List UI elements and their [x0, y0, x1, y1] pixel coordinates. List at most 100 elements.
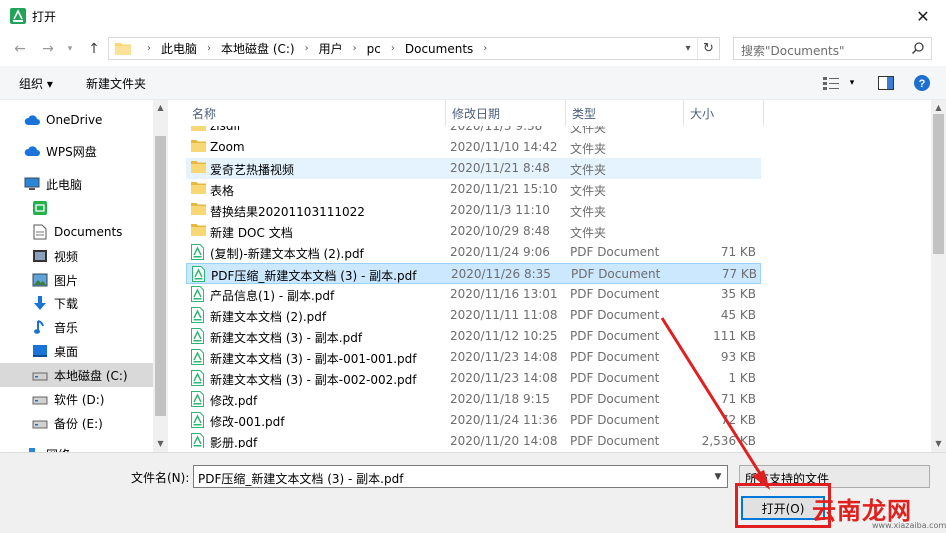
- up-button[interactable]: ↑: [84, 40, 104, 58]
- file-date: 2020/11/3 11:10: [450, 203, 550, 217]
- file-row[interactable]: (复制)-新建文本文档 (2).pdf 2020/11/24 9:06 PDF Do…: [186, 242, 761, 263]
- nav-item[interactable]: 桌面: [0, 339, 153, 363]
- nav-item[interactable]: Documents: [0, 220, 153, 244]
- preview-pane-button[interactable]: [876, 72, 896, 94]
- back-button[interactable]: ←: [10, 40, 30, 58]
- column-type[interactable]: 类型: [566, 100, 684, 126]
- view-dropdown-button[interactable]: ▾: [845, 72, 859, 94]
- address-bar[interactable]: › 此电脑 › 本地磁盘 (C:) › 用户 › pc › Documents › ▾ ↻: [108, 37, 720, 60]
- file-type: 文件夹: [570, 142, 607, 156]
- file-row[interactable]: zisdir 2020/11/3 9:38 文件夹: [186, 126, 761, 137]
- file-type: PDF Document: [570, 350, 660, 364]
- file-type: 文件夹: [570, 184, 607, 198]
- file-scroll-thumb[interactable]: [933, 114, 944, 254]
- file-row[interactable]: 修改.pdf 2020/11/18 9:15 PDF Document 71 KB: [186, 389, 761, 410]
- nav-item[interactable]: 软件 (D:): [0, 387, 153, 411]
- pdf-file-icon: [191, 244, 206, 260]
- chevron-right-icon[interactable]: ›: [391, 43, 395, 54]
- chevron-right-icon[interactable]: ›: [147, 43, 151, 54]
- file-row[interactable]: 表格 2020/11/21 15:10 文件夹: [186, 179, 761, 200]
- search-placeholder: 搜索"Documents": [741, 44, 845, 58]
- file-date: 2020/11/10 14:42: [450, 140, 558, 154]
- chevron-down-icon: ▾: [67, 44, 73, 54]
- file-row[interactable]: Zoom 2020/11/10 14:42 文件夹: [186, 137, 761, 158]
- file-row[interactable]: 替换结果20201103111022 2020/11/3 11:10 文件夹: [186, 200, 761, 221]
- nav-item[interactable]: WPS网盘: [0, 139, 153, 163]
- file-date: 2020/11/16 13:01: [450, 287, 558, 301]
- refresh-button[interactable]: ↻: [697, 38, 719, 59]
- column-size[interactable]: 大小: [684, 100, 764, 126]
- chevron-right-icon[interactable]: ›: [305, 43, 309, 54]
- nav-item[interactable]: [0, 196, 153, 220]
- file-row[interactable]: 新建 DOC 文档 2020/10/29 8:48 文件夹: [186, 221, 761, 242]
- file-name: 新建文本文档 (3) - 副本.pdf: [210, 331, 363, 345]
- chevron-down-icon: ▾: [685, 43, 691, 54]
- nav-item[interactable]: 视频: [0, 244, 153, 268]
- file-size: 45 KB: [720, 308, 756, 322]
- new-folder-button[interactable]: 新建文件夹: [86, 75, 146, 92]
- nav-item[interactable]: 下载: [0, 291, 153, 315]
- file-type: 文件夹: [570, 163, 607, 177]
- nav-item[interactable]: OneDrive: [0, 108, 153, 132]
- help-button[interactable]: ?: [912, 72, 932, 94]
- column-name[interactable]: 名称: [186, 100, 446, 126]
- navigation-pane: OneDrive WPS网盘此电脑 Documents 视频图片下载 音乐 桌面 本地磁盘 …: [0, 100, 168, 452]
- file-type: 文件夹: [570, 226, 607, 240]
- file-scrollbar[interactable]: ▲ ▼: [931, 100, 946, 452]
- close-button[interactable]: ✕: [900, 0, 946, 32]
- nav-scrollbar[interactable]: ▲ ▼: [153, 100, 168, 452]
- file-name: zisdir: [210, 126, 242, 133]
- forward-button[interactable]: →: [38, 40, 58, 58]
- breadcrumb-item[interactable]: 此电脑: [161, 40, 197, 57]
- file-row[interactable]: 爱奇艺热播视频 2020/11/21 8:48 文件夹: [186, 158, 761, 179]
- file-name: 替换结果20201103111022: [210, 205, 365, 219]
- file-row[interactable]: 新建文本文档 (2).pdf 2020/11/11 11:08 PDF Docume…: [186, 305, 761, 326]
- search-icon: [911, 42, 924, 55]
- file-name: 修改.pdf: [210, 394, 258, 408]
- view-list-icon: [823, 77, 839, 90]
- nav-item[interactable]: 图片: [0, 268, 153, 292]
- nav-item[interactable]: 音乐: [0, 315, 153, 339]
- scroll-down-arrow[interactable]: ▼: [153, 436, 168, 450]
- breadcrumb-item[interactable]: pc: [367, 42, 381, 56]
- chevron-right-icon[interactable]: ›: [483, 43, 487, 54]
- window-title: 打开: [32, 10, 57, 24]
- nav-item[interactable]: 网络: [0, 442, 153, 452]
- nav-item-label: Documents: [54, 225, 123, 239]
- nav-item[interactable]: 本地磁盘 (C:): [0, 363, 153, 387]
- view-options-button[interactable]: [820, 72, 842, 94]
- scroll-down-arrow[interactable]: ▼: [931, 436, 946, 450]
- search-input[interactable]: 搜索"Documents": [733, 37, 932, 60]
- file-row[interactable]: PDF压缩_新建文本文档 (3) - 副本.pdf 2020/11/26 8:35…: [186, 263, 761, 284]
- breadcrumb-item[interactable]: 本地磁盘 (C:): [221, 40, 295, 57]
- organize-button[interactable]: 组织 ▾: [19, 75, 53, 92]
- file-type: PDF Document: [570, 392, 660, 406]
- file-row[interactable]: 新建文本文档 (3) - 副本-001-001.pdf 2020/11/23 14…: [186, 347, 761, 368]
- chevron-down-icon: ▾: [849, 78, 855, 88]
- filename-input[interactable]: PDF压缩_新建文本文档 (3) - 副本.pdf ▼: [193, 465, 728, 488]
- recent-locations-button[interactable]: ▾: [60, 40, 80, 58]
- file-row[interactable]: 影册.pdf 2020/11/20 14:08 PDF Document 2,536 …: [186, 431, 761, 448]
- column-date[interactable]: 修改日期: [446, 100, 566, 126]
- file-row[interactable]: 产品信息(1) - 副本.pdf 2020/11/16 13:01 PDF Docu…: [186, 284, 761, 305]
- scroll-up-arrow[interactable]: ▲: [931, 100, 946, 114]
- nav-item-label: 图片: [54, 273, 79, 288]
- breadcrumb-item[interactable]: Documents: [405, 42, 473, 56]
- breadcrumb-item[interactable]: 用户: [319, 40, 343, 57]
- nav-item-label: 视频: [54, 249, 79, 264]
- nav-scroll-thumb[interactable]: [155, 136, 166, 416]
- filename-history-button[interactable]: ▼: [709, 466, 727, 487]
- toolbar: 组织 ▾ 新建文件夹 ▾ ?: [0, 66, 946, 100]
- folder-icon: [191, 139, 206, 155]
- file-row[interactable]: 新建文本文档 (3) - 副本.pdf 2020/11/12 10:25 PDF D…: [186, 326, 761, 347]
- scroll-up-arrow[interactable]: ▲: [153, 100, 168, 114]
- nav-item[interactable]: 备份 (E:): [0, 411, 153, 435]
- file-row[interactable]: 修改-001.pdf 2020/11/24 11:36 PDF Document 72…: [186, 410, 761, 431]
- cloud-icon: [24, 143, 40, 159]
- chevron-right-icon[interactable]: ›: [353, 43, 357, 54]
- file-row[interactable]: 新建文本文档 (3) - 副本-002-002.pdf 2020/11/23 14…: [186, 368, 761, 389]
- file-name: Zoom: [210, 140, 245, 154]
- nav-item[interactable]: 此电脑: [0, 172, 153, 196]
- address-history-button[interactable]: ▾: [679, 38, 697, 59]
- chevron-right-icon[interactable]: ›: [207, 43, 211, 54]
